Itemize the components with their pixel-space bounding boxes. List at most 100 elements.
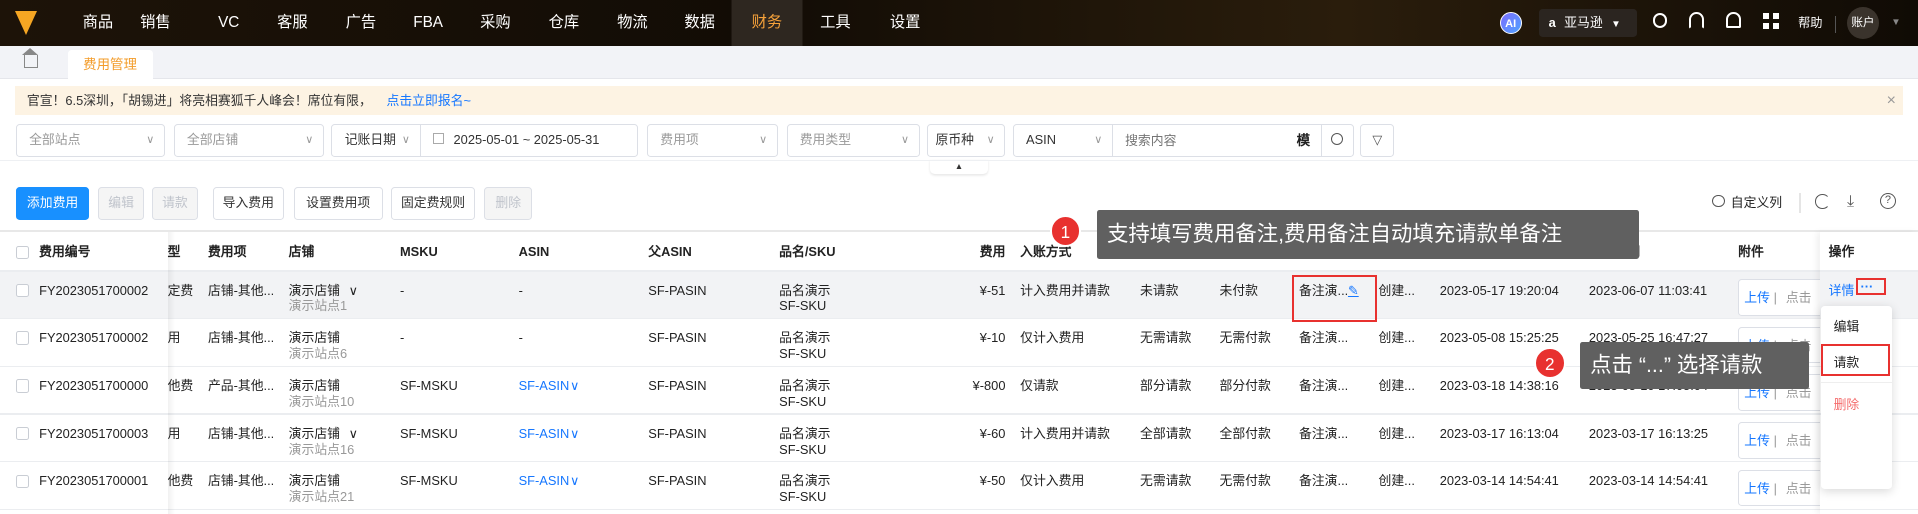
nav-item[interactable]: 数据 xyxy=(684,0,715,46)
menu-item-edit[interactable]: 编辑 xyxy=(1834,316,1860,335)
tab-fee-management[interactable]: 费用管理× xyxy=(68,50,153,101)
nav-item[interactable]: 销售 xyxy=(140,0,171,46)
account-caret-icon[interactable]: ▼ xyxy=(1891,17,1901,28)
advanced-filter-button[interactable]: ▽ xyxy=(1360,123,1395,157)
nav-item[interactable]: VC xyxy=(218,0,239,46)
nav-item[interactable]: 广告 xyxy=(346,0,377,46)
amazon-icon: a xyxy=(1548,14,1556,30)
close-icon[interactable]: × xyxy=(1887,86,1896,115)
nav-item[interactable]: 客服 xyxy=(277,0,308,46)
upload-link[interactable]: 上传 xyxy=(1744,290,1770,306)
detail-link[interactable]: 详情 xyxy=(1829,283,1855,299)
annotation-tooltip-1: 支持填写费用备注,费用备注自动填充请款单备注 xyxy=(1097,210,1640,260)
chevron-down-icon[interactable]: ∨ xyxy=(570,378,579,394)
payment-status: 未付款 xyxy=(1219,282,1258,298)
chevron-down-icon[interactable]: ∨ xyxy=(349,283,358,299)
ai-button[interactable]: AI xyxy=(1499,12,1522,35)
refresh-icon[interactable] xyxy=(1815,194,1830,210)
column-header-msku: MSKU xyxy=(399,244,438,260)
nav-item[interactable]: FBA xyxy=(413,0,443,46)
edit-button[interactable]: 编辑 xyxy=(97,187,145,221)
search-button[interactable] xyxy=(1321,123,1355,157)
help-link[interactable]: 帮助 xyxy=(1798,0,1822,46)
nav-item[interactable]: 物流 xyxy=(617,0,648,46)
date-range-value: 2025-05-01 ~ 2025-05-31 xyxy=(453,131,600,147)
bell-icon[interactable] xyxy=(1725,12,1741,29)
announcement-banner: 官宣！6.5深圳，「胡锡进」将亮相赛狐千人峰会！席位有限， 点击立即报名~ × xyxy=(14,85,1904,115)
custom-columns-button[interactable]: 自定义列 xyxy=(1712,193,1782,213)
click-upload-text[interactable]: 点击 xyxy=(1786,433,1812,449)
menu-item-delete[interactable]: 删除 xyxy=(1834,394,1860,413)
search-field-select[interactable]: ASIN ∨ xyxy=(1012,123,1114,157)
shop-select[interactable]: 全部店铺 ∨ xyxy=(173,123,325,157)
amount: ¥-10 xyxy=(979,330,1006,346)
site-name: 演示站点21 xyxy=(288,489,355,505)
shop-name[interactable]: 演示店铺 xyxy=(289,426,340,442)
request-status: 全部请款 xyxy=(1140,425,1192,441)
nav-item[interactable]: 工具 xyxy=(820,0,851,46)
request-status: 部分请款 xyxy=(1140,377,1192,393)
click-upload-text[interactable]: 点击 xyxy=(1786,290,1812,306)
logo-icon[interactable] xyxy=(14,11,37,35)
shop-name[interactable]: 演示店铺 xyxy=(289,283,340,299)
asin[interactable]: SF-ASIN xyxy=(519,378,570,394)
chevron-down-icon[interactable]: ∨ xyxy=(570,473,579,489)
entry-method: 计入费用并请款 xyxy=(1020,282,1110,298)
nav-item[interactable]: 商品 xyxy=(83,0,114,46)
asin[interactable]: SF-ASIN xyxy=(519,473,570,489)
help-icon[interactable]: ? xyxy=(1880,193,1896,210)
home-icon[interactable] xyxy=(21,48,38,69)
column-header-ops: 操作 xyxy=(1828,244,1855,260)
chevron-down-icon[interactable]: ∨ xyxy=(349,426,358,442)
download-icon[interactable]: ⤓ xyxy=(1847,193,1854,211)
fee-type-select[interactable]: 费用类型 ∨ xyxy=(786,123,920,157)
nav-item[interactable]: 仓库 xyxy=(549,0,580,46)
date-type-select[interactable]: 记账日期 ∨ xyxy=(331,123,421,157)
column-header-name-sku: 品名/SKU xyxy=(779,244,836,260)
chevron-down-icon: ∨ xyxy=(401,133,410,146)
upload-link[interactable]: 上传 xyxy=(1744,481,1770,497)
date-range-picker[interactable]: 2025-05-01 ~ 2025-05-31 xyxy=(419,123,639,157)
banner-text: 官宣！6.5深圳，「胡锡进」将亮相赛狐千人峰会！席位有限， xyxy=(26,92,372,108)
fuzzy-toggle[interactable]: 模 xyxy=(1297,124,1310,157)
highlight-request-menu-item xyxy=(1821,343,1890,376)
request-payment-button[interactable]: 请款 xyxy=(151,187,199,221)
chevron-down-icon: ∨ xyxy=(305,133,314,146)
nav-item[interactable]: 财务 xyxy=(731,0,803,47)
updated-time: 2023-06-07 11:03:41 xyxy=(1588,282,1708,298)
site-select[interactable]: 全部站点 ∨ xyxy=(15,123,166,157)
set-fee-items-button[interactable]: 设置费用项 xyxy=(293,187,383,221)
fee-item: 店铺-其他... xyxy=(207,473,275,489)
click-upload-text[interactable]: 点击 xyxy=(1786,481,1812,497)
apps-grid-icon[interactable] xyxy=(1762,13,1779,30)
entry-method: 计入费用并请款 xyxy=(1020,425,1110,441)
headset-icon[interactable] xyxy=(1689,12,1704,30)
avatar[interactable]: 账户 xyxy=(1847,7,1879,40)
product-name: 品名演示 xyxy=(779,330,831,346)
nav-item[interactable]: 设置 xyxy=(890,0,921,46)
msku: - xyxy=(399,330,405,346)
annotation-tooltip-2: 点击 “...” 选择请款 xyxy=(1580,342,1810,389)
add-fee-button[interactable]: 添加费用 xyxy=(15,187,90,221)
fixed-fee-rules-button[interactable]: 固定费规则 xyxy=(391,187,475,221)
msku: SF-MSKU xyxy=(399,377,458,393)
highlight-remark-cell xyxy=(1291,275,1378,322)
currency-select[interactable]: 原币种 ∨ xyxy=(927,123,1006,157)
fee-item-select[interactable]: 费用项 ∨ xyxy=(647,123,778,157)
gear-icon xyxy=(1712,195,1725,208)
marketplace-select[interactable]: a 亚马逊 ▼ xyxy=(1538,8,1637,37)
nav-item[interactable]: 采购 xyxy=(480,0,511,46)
search-input[interactable] xyxy=(1111,123,1323,157)
import-fee-button[interactable]: 导入费用 xyxy=(212,187,284,221)
shop-name: 演示店铺 xyxy=(288,330,340,346)
search-icon[interactable] xyxy=(1652,13,1668,29)
upload-link[interactable]: 上传 xyxy=(1744,433,1770,449)
banner-signup-link[interactable]: 点击立即报名~ xyxy=(387,93,471,108)
divider xyxy=(1821,381,1893,383)
chevron-down-icon[interactable]: ∨ xyxy=(570,426,579,442)
column-header-parent-asin: 父ASIN xyxy=(648,244,692,260)
collapse-filter-handle[interactable]: ▲ xyxy=(929,160,989,174)
delete-button[interactable]: 删除 xyxy=(484,187,533,221)
asin[interactable]: SF-ASIN xyxy=(519,426,570,442)
parent-asin: SF-PASIN xyxy=(648,425,707,441)
